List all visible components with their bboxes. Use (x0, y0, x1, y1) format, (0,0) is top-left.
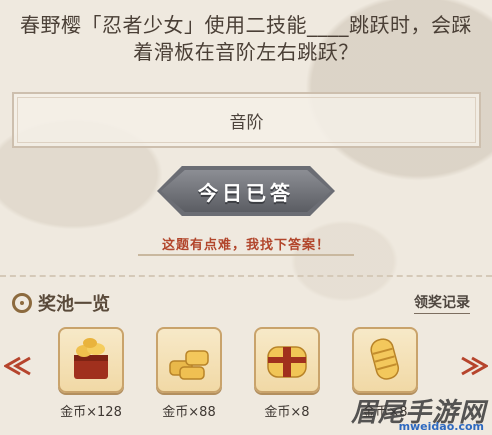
answer-option-label: 音阶 (229, 112, 264, 133)
gold-bundle-box-icon (58, 327, 124, 393)
prize-item[interactable]: 金币×128 (58, 327, 124, 420)
answer-option[interactable]: 音阶 (12, 92, 481, 148)
prev-arrow-icon[interactable] (4, 353, 32, 379)
question-text: 春野樱「忍者少女」使用二技能____跳跃时，会踩着滑板在音阶左右跳跃？ (20, 13, 472, 64)
prize-item-label: 金币×88 (162, 405, 216, 420)
gold-ingot-stack-icon (156, 327, 222, 393)
find-answer-link[interactable]: 这题有点难，我找下答案！ (0, 234, 492, 253)
answered-today-button[interactable]: 今日已答 (157, 166, 335, 216)
answered-today-label: 今日已答 (198, 180, 294, 205)
section-divider (0, 275, 492, 277)
prize-item-label: 金币×128 (60, 405, 122, 420)
next-arrow-icon[interactable] (460, 353, 488, 379)
watermark-domain: mweidao.com (398, 420, 484, 433)
prize-item-label: 金币×8 (264, 405, 310, 420)
reward-records-link[interactable]: 领奖记录 (414, 292, 470, 314)
prize-pool-header: 奖池一览 (12, 290, 110, 316)
prize-item[interactable]: 金币×88 (156, 327, 222, 420)
prize-pool-title: 奖池一览 (38, 294, 110, 315)
gold-scroll-icon (352, 327, 418, 393)
gold-bundle-icon (254, 327, 320, 393)
prize-item[interactable]: 金币×8 (254, 327, 320, 420)
coin-icon (12, 293, 32, 313)
hint-underline (138, 254, 354, 256)
